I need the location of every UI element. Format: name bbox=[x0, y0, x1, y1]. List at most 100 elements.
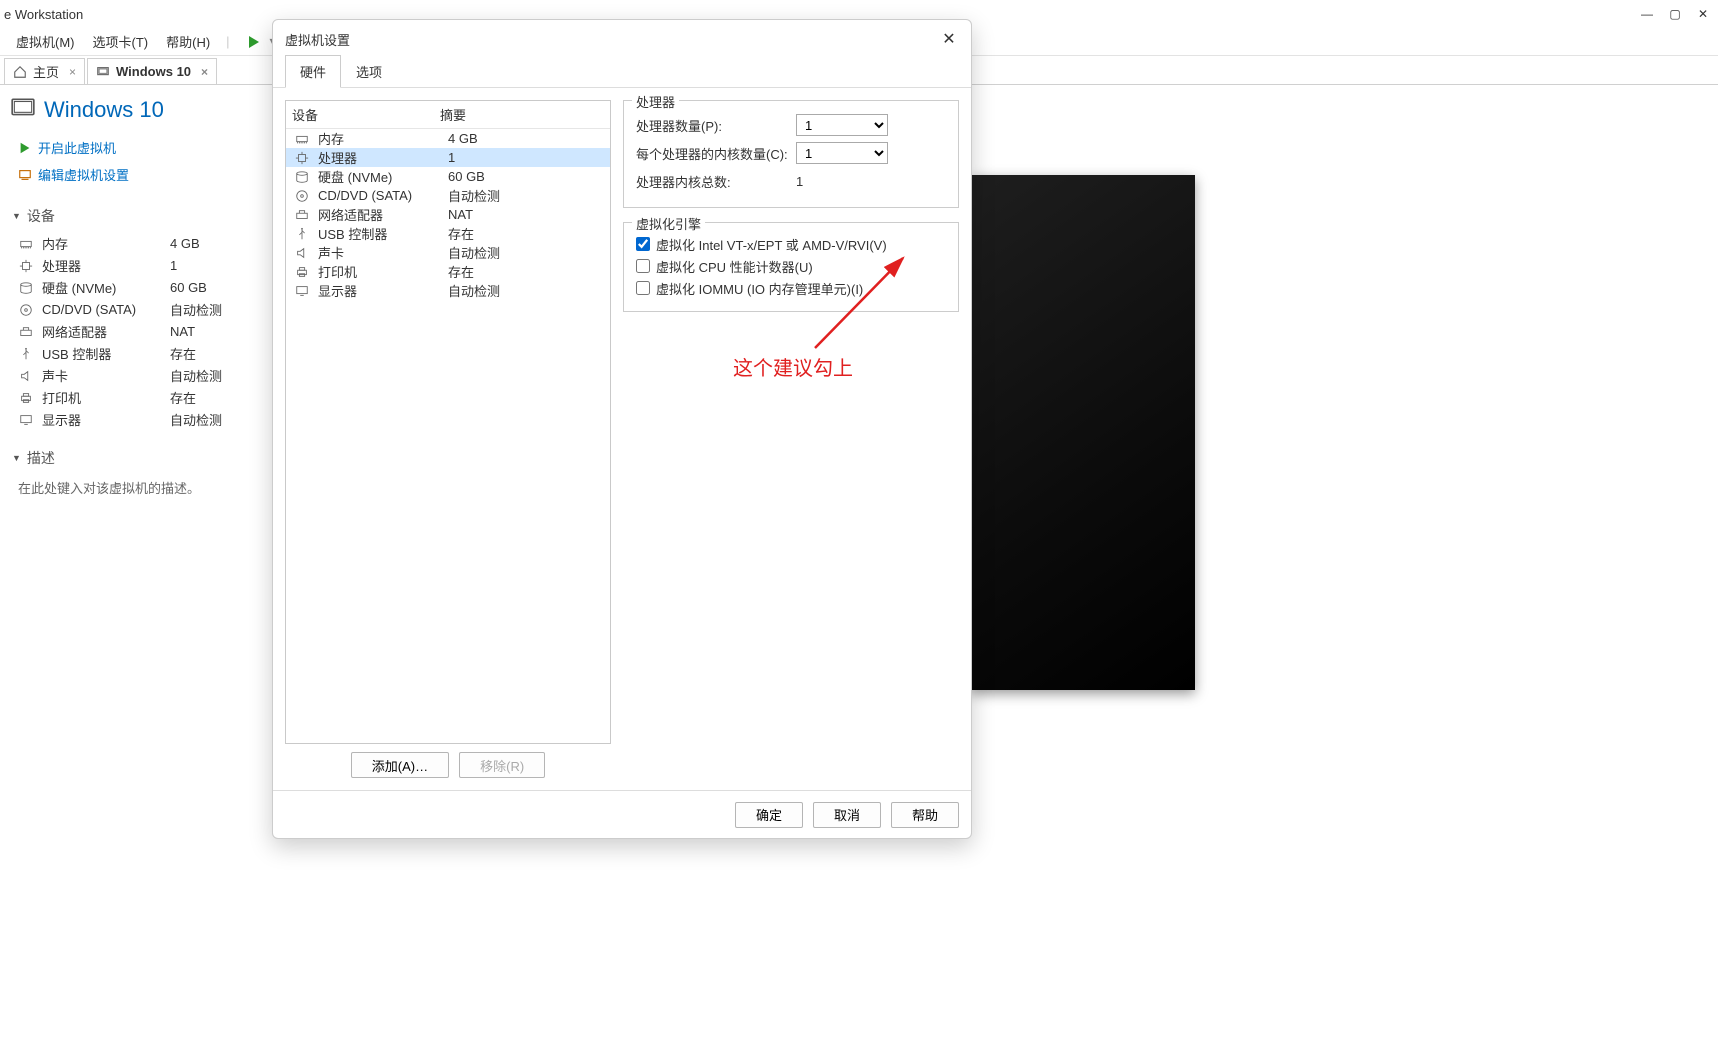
power-on-label: 开启此虚拟机 bbox=[38, 138, 116, 157]
vm-preview-thumbnail bbox=[970, 175, 1195, 690]
remove-hardware-button[interactable]: 移除(R) bbox=[459, 752, 545, 778]
memory-icon bbox=[294, 131, 310, 147]
num-cpus-select[interactable]: 1 bbox=[796, 114, 888, 136]
minimize-icon[interactable]: — bbox=[1640, 7, 1654, 21]
hardware-name: 处理器 bbox=[42, 256, 162, 275]
hardware-value: 存在 bbox=[170, 344, 196, 363]
description-section-header[interactable]: 描述 bbox=[12, 448, 256, 468]
hardware-name: 硬盘 (NVMe) bbox=[318, 167, 440, 186]
iommu-label: 虚拟化 IOMMU (IO 内存管理单元)(I) bbox=[656, 279, 863, 298]
hardware-value: 4 GB bbox=[170, 236, 200, 251]
hardware-row-cpu[interactable]: 处理器 1 bbox=[10, 254, 256, 276]
cores-per-cpu-select[interactable]: 1 bbox=[796, 142, 888, 164]
hardware-row-memory[interactable]: 内存4 GB bbox=[10, 232, 256, 254]
hardware-name: 内存 bbox=[318, 129, 440, 148]
hardware-row-disc[interactable]: CD/DVD (SATA)自动检测 bbox=[286, 186, 610, 205]
memory-icon bbox=[18, 235, 34, 251]
hardware-name: CD/DVD (SATA) bbox=[318, 188, 440, 203]
usb-icon bbox=[294, 226, 310, 242]
cpu-icon bbox=[294, 150, 310, 166]
printer-icon bbox=[294, 264, 310, 280]
dialog-tab-options[interactable]: 选项 bbox=[341, 55, 397, 88]
hardware-row-memory[interactable]: 内存 4 GB bbox=[286, 129, 610, 148]
disc-icon bbox=[294, 188, 310, 204]
display-icon bbox=[294, 283, 310, 299]
hardware-row-disc[interactable]: CD/DVD (SATA)自动检测 bbox=[10, 298, 256, 320]
hardware-row-printer[interactable]: 打印机存在 bbox=[10, 386, 256, 408]
tab-vm-close-icon[interactable]: × bbox=[201, 65, 208, 79]
hw-col-device: 设备 bbox=[286, 101, 434, 128]
hardware-name: 显示器 bbox=[318, 281, 440, 300]
hardware-value: 1 bbox=[448, 150, 455, 165]
tab-vm-label: Windows 10 bbox=[116, 64, 191, 79]
hardware-value: 4 GB bbox=[448, 131, 478, 146]
hardware-row-disk[interactable]: 硬盘 (NVMe)60 GB bbox=[10, 276, 256, 298]
hardware-value: 60 GB bbox=[448, 169, 485, 184]
close-icon[interactable]: ✕ bbox=[1696, 7, 1710, 21]
dialog-close-icon[interactable]: ✕ bbox=[939, 29, 959, 49]
edit-settings-label: 编辑虚拟机设置 bbox=[38, 165, 129, 184]
edit-settings-link[interactable]: 编辑虚拟机设置 bbox=[10, 161, 256, 188]
hardware-name: USB 控制器 bbox=[318, 224, 440, 243]
virtualization-group: 虚拟化引擎 虚拟化 Intel VT-x/EPT 或 AMD-V/RVI(V) … bbox=[623, 222, 959, 312]
menu-tabs[interactable]: 选项卡(T) bbox=[87, 28, 155, 55]
hardware-name: 打印机 bbox=[42, 388, 162, 407]
hardware-value: 1 bbox=[170, 258, 177, 273]
display-icon bbox=[18, 411, 34, 427]
description-placeholder[interactable]: 在此处键入对该虚拟机的描述。 bbox=[10, 474, 256, 501]
app-title: e Workstation bbox=[4, 7, 83, 22]
maximize-icon[interactable]: ▢ bbox=[1668, 7, 1682, 21]
sound-icon bbox=[294, 245, 310, 261]
vtx-checkbox[interactable] bbox=[636, 237, 650, 251]
home-icon bbox=[13, 65, 27, 79]
printer-icon bbox=[18, 389, 34, 405]
disc-icon bbox=[18, 301, 34, 317]
ok-button[interactable]: 确定 bbox=[735, 802, 803, 828]
net-icon bbox=[294, 207, 310, 223]
help-button[interactable]: 帮助 bbox=[891, 802, 959, 828]
processor-legend: 处理器 bbox=[632, 92, 679, 111]
hardware-row-sound[interactable]: 声卡自动检测 bbox=[286, 243, 610, 262]
vtx-label: 虚拟化 Intel VT-x/EPT 或 AMD-V/RVI(V) bbox=[656, 235, 887, 254]
cancel-button[interactable]: 取消 bbox=[813, 802, 881, 828]
add-hardware-button[interactable]: 添加(A)… bbox=[351, 752, 449, 778]
hardware-row-sound[interactable]: 声卡自动检测 bbox=[10, 364, 256, 386]
hardware-row-net[interactable]: 网络适配器NAT bbox=[286, 205, 610, 224]
hardware-name: CD/DVD (SATA) bbox=[42, 302, 162, 317]
play-button[interactable] bbox=[246, 32, 266, 52]
power-on-link[interactable]: 开启此虚拟机 bbox=[10, 134, 256, 161]
annotation-text: 这个建议勾上 bbox=[733, 352, 853, 381]
hardware-row-disk[interactable]: 硬盘 (NVMe) 60 GB bbox=[286, 167, 610, 186]
tab-home[interactable]: 主页 × bbox=[4, 58, 85, 84]
hardware-name: 硬盘 (NVMe) bbox=[42, 278, 162, 297]
total-cores-label: 处理器内核总数: bbox=[636, 172, 788, 191]
perf-counter-checkbox[interactable] bbox=[636, 259, 650, 273]
sound-icon bbox=[18, 367, 34, 383]
dialog-tab-hardware[interactable]: 硬件 bbox=[285, 55, 341, 88]
hardware-value: 自动检测 bbox=[448, 243, 500, 262]
hardware-value: 存在 bbox=[170, 388, 196, 407]
devices-section-header[interactable]: 设备 bbox=[12, 206, 256, 226]
hardware-row-usb[interactable]: USB 控制器存在 bbox=[10, 342, 256, 364]
disk-icon bbox=[18, 279, 34, 295]
hardware-name: 打印机 bbox=[318, 262, 440, 281]
total-cores-value: 1 bbox=[796, 174, 803, 189]
hardware-row-net[interactable]: 网络适配器NAT bbox=[10, 320, 256, 342]
processor-group: 处理器 处理器数量(P): 1 每个处理器的内核数量(C): 1 处理器内核总数… bbox=[623, 100, 959, 208]
tab-vm[interactable]: Windows 10 × bbox=[87, 58, 217, 84]
vm-icon bbox=[96, 65, 110, 79]
hardware-row-display[interactable]: 显示器自动检测 bbox=[286, 281, 610, 300]
vm-large-icon bbox=[10, 95, 36, 124]
hardware-row-display[interactable]: 显示器自动检测 bbox=[10, 408, 256, 430]
iommu-checkbox[interactable] bbox=[636, 281, 650, 295]
tab-home-close-icon[interactable]: × bbox=[69, 65, 76, 79]
num-cpus-label: 处理器数量(P): bbox=[636, 116, 788, 135]
hardware-name: 网络适配器 bbox=[42, 322, 162, 341]
menu-help[interactable]: 帮助(H) bbox=[160, 28, 216, 55]
hardware-row-cpu[interactable]: 处理器1 bbox=[286, 148, 610, 167]
hardware-row-printer[interactable]: 打印机存在 bbox=[286, 262, 610, 281]
hardware-row-usb[interactable]: USB 控制器存在 bbox=[286, 224, 610, 243]
hardware-name: 声卡 bbox=[42, 366, 162, 385]
disk-icon bbox=[294, 169, 310, 185]
menu-vm[interactable]: 虚拟机(M) bbox=[10, 28, 81, 55]
